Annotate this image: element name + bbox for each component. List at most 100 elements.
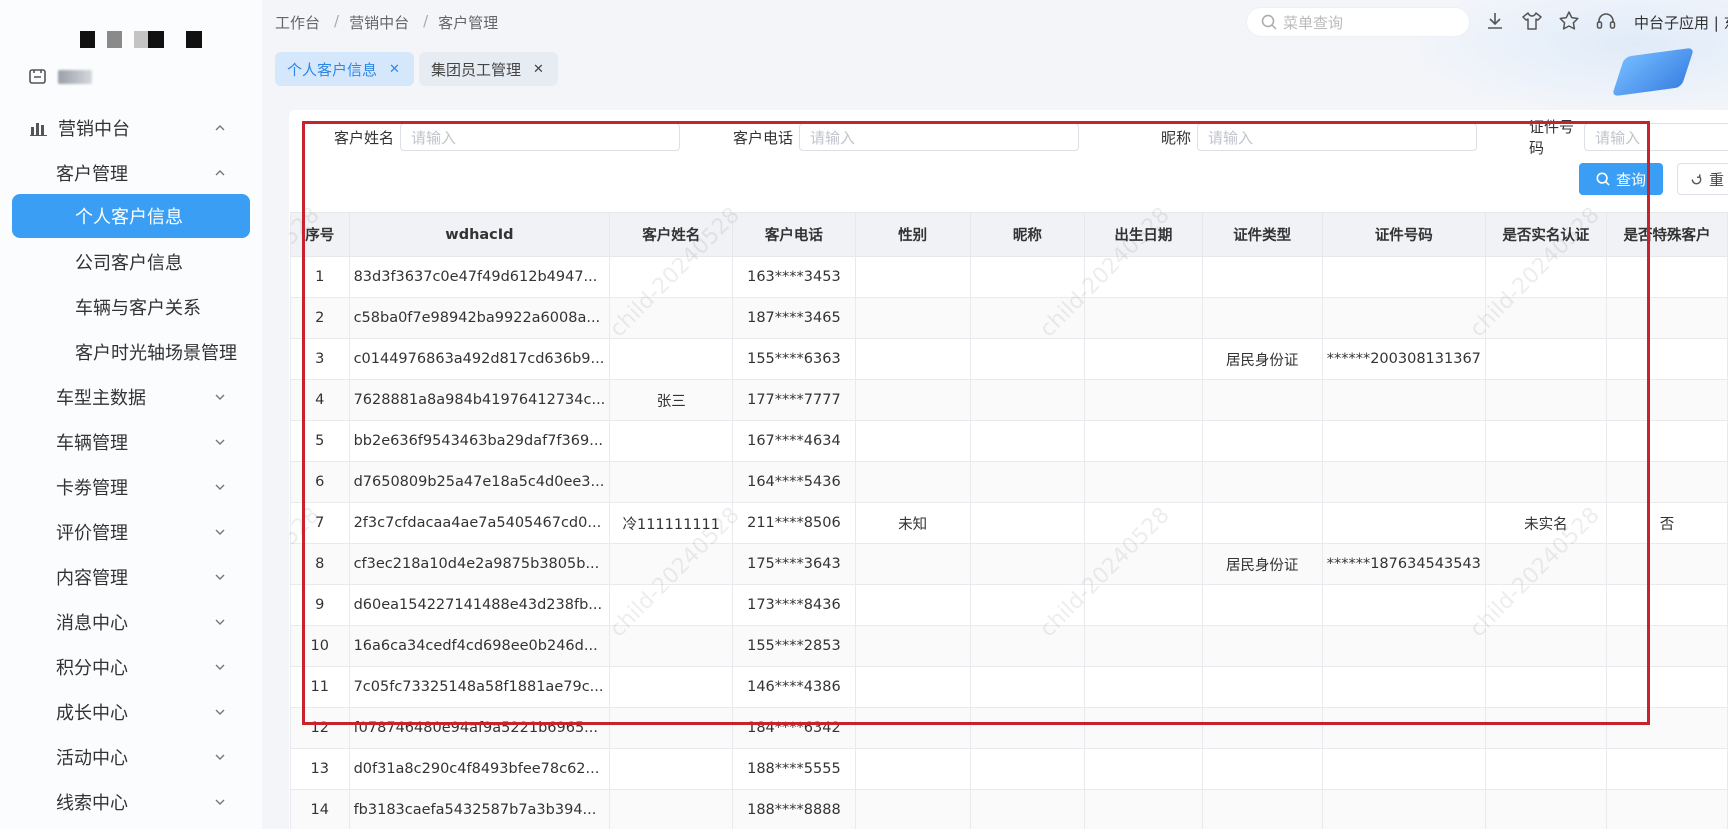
table-cell: ******187634543543: [1321, 543, 1486, 585]
reset-button[interactable]: 重: [1677, 163, 1728, 195]
star-icon[interactable]: [1558, 10, 1580, 32]
column-header[interactable]: 出生日期: [1084, 212, 1203, 257]
table-row[interactable]: 10 16a6ca34cedf4cd698ee0b246d... 155****28…: [290, 625, 1728, 667]
column-header[interactable]: 是否特殊客户: [1605, 212, 1728, 257]
sidebar-item-vehicle-customer[interactable]: 车辆与客户关系: [0, 284, 262, 329]
table-cell: [854, 666, 971, 708]
column-header[interactable]: 是否实名认证: [1484, 212, 1607, 257]
download-icon[interactable]: [1484, 10, 1506, 32]
breadcrumb-item[interactable]: 营销中台: [349, 12, 409, 33]
column-header[interactable]: 客户姓名: [609, 212, 734, 257]
table-cell: 4: [290, 379, 350, 421]
table-cell: [1084, 666, 1203, 708]
sidebar-item-message-center[interactable]: 消息中心: [0, 599, 262, 644]
table-row[interactable]: 13 d0f31a8c290c4f8493bfee78c62... 188****5…: [290, 748, 1728, 790]
column-header[interactable]: 证件类型: [1201, 212, 1323, 257]
nickname-input[interactable]: 请输入: [1197, 123, 1478, 151]
table-cell: 未知: [854, 502, 971, 544]
sidebar-item-timeline[interactable]: 客户时光轴场景管理: [0, 329, 262, 374]
sidebar-item-company-customer[interactable]: 公司客户信息: [0, 239, 262, 284]
column-header[interactable]: 证件号码: [1321, 212, 1486, 257]
breadcrumb-separator: /: [334, 12, 340, 30]
table-row[interactable]: 8 cf3ec218a10d4e2a9875b3805b... 175****364…: [290, 543, 1728, 585]
breadcrumb-item[interactable]: 工作台: [275, 12, 320, 33]
table-row[interactable]: 5 bb2e636f9543463ba29daf7f369... 167****46…: [290, 420, 1728, 462]
user-row[interactable]: [28, 68, 92, 86]
table-row[interactable]: 4 7628881a8a984b41976412734c... 张三 177****7…: [290, 379, 1728, 421]
table-row[interactable]: 2 c58ba0f7e98942ba9922a6008a... 187****346…: [290, 297, 1728, 339]
table-row[interactable]: 7 2f3c7cfdacaa4ae7a5405467cd0... 冷11111111…: [290, 502, 1728, 544]
table-cell: [1084, 338, 1203, 380]
sidebar-item-coupon-mgmt[interactable]: 卡劵管理: [0, 464, 262, 509]
table-cell: [609, 461, 734, 503]
table-cell: [1201, 625, 1323, 667]
table-row[interactable]: 14 fb3183caefa5432587b7a3b394... 188****88…: [290, 789, 1728, 829]
table-cell: [1321, 625, 1486, 667]
customer-phone-input[interactable]: 请输入: [799, 123, 1080, 151]
sidebar-item-label: 消息中心: [56, 612, 128, 634]
chevron-down-icon: [215, 664, 225, 670]
column-header[interactable]: 客户电话: [732, 212, 856, 257]
sidebar-item-vehicle-mgmt[interactable]: 车辆管理: [0, 419, 262, 464]
table-cell: [1321, 707, 1486, 749]
chevron-down-icon: [215, 799, 225, 805]
sidebar-item-review-mgmt[interactable]: 评价管理: [0, 509, 262, 554]
close-icon[interactable]: ✕: [533, 62, 544, 77]
table-row[interactable]: 1 83d3f3637c0e47f49d612b4947... 163****345…: [290, 256, 1728, 298]
sidebar-item-growth-center[interactable]: 成长中心: [0, 689, 262, 734]
column-header[interactable]: wdhacId: [348, 212, 611, 257]
table-cell: 167****4634: [732, 420, 856, 462]
sidebar-item-lead-center[interactable]: 线索中心: [0, 779, 262, 824]
table-cell: 未实名: [1484, 502, 1607, 544]
filter-customer-phone: 客户电话 请输入: [733, 123, 1080, 151]
headset-icon[interactable]: [1595, 10, 1617, 32]
sidebar-item-model-data[interactable]: 车型主数据: [0, 374, 262, 419]
tab-label: 个人客户信息: [287, 60, 378, 79]
logo: [80, 30, 214, 48]
table-cell: 7c05fc73325148a58f1881ae79c...: [348, 666, 611, 708]
id-number-input[interactable]: 请输入: [1584, 123, 1728, 151]
tab-group-employee[interactable]: 集团员工管理 ✕: [419, 52, 558, 86]
search-icon: [1261, 14, 1277, 30]
table-row[interactable]: 11 7c05fc73325148a58f1881ae79c... 146****4…: [290, 666, 1728, 708]
close-icon[interactable]: ✕: [389, 62, 400, 77]
column-header[interactable]: 序号: [290, 212, 350, 257]
table-cell: [609, 625, 734, 667]
customer-name-input[interactable]: 请输入: [400, 123, 681, 151]
table-row[interactable]: 9 d60ea154227141488e43d238fb... 173****843…: [290, 584, 1728, 626]
filter-label: 证件号码: [1529, 118, 1575, 157]
sidebar-item-content-mgmt[interactable]: 内容管理: [0, 554, 262, 599]
sidebar-item-customer-mgmt[interactable]: 客户管理: [0, 152, 262, 194]
table-row[interactable]: 3 c0144976863a492d817cd636b9... 155****636…: [290, 338, 1728, 380]
table-cell: [1084, 461, 1203, 503]
sidebar-item-marketing[interactable]: 营销中台: [0, 104, 262, 152]
table-cell: [1084, 297, 1203, 339]
table-cell: [1201, 502, 1323, 544]
chevron-down-icon: [215, 394, 225, 400]
table-body: 1 83d3f3637c0e47f49d612b4947... 163****345…: [290, 256, 1728, 829]
table-cell: 5: [290, 420, 350, 462]
sidebar-item-activity-center[interactable]: 活动中心: [0, 734, 262, 779]
table-cell: [1605, 297, 1728, 339]
app-switcher[interactable]: 中台子应用 | 东: [1634, 12, 1728, 33]
column-header[interactable]: 性别: [854, 212, 971, 257]
tab-personal-customer[interactable]: 个人客户信息 ✕: [275, 52, 414, 86]
blurred-username: [58, 70, 92, 84]
table-cell: [1484, 379, 1607, 421]
table-cell: [969, 502, 1086, 544]
column-header[interactable]: 昵称: [969, 212, 1086, 257]
table-row[interactable]: 12 f078746480e94af9a5221b6965... 184****63…: [290, 707, 1728, 749]
table-row[interactable]: 6 d7650809b25a47e18a5c4d0ee3... 164****543…: [290, 461, 1728, 503]
table-header-row: 序号 wdhacId 客户姓名 客户电话 性别 昵称 出生日期 证件类型 证件号…: [290, 212, 1728, 257]
menu-search-input[interactable]: 菜单查询: [1246, 7, 1470, 37]
table-cell: 16a6ca34cedf4cd698ee0b246d...: [348, 625, 611, 667]
chevron-down-icon: [215, 484, 225, 490]
query-button[interactable]: 查询: [1579, 163, 1663, 195]
shirt-icon[interactable]: [1521, 10, 1543, 32]
sidebar-item-personal-customer[interactable]: 个人客户信息: [12, 194, 250, 238]
sidebar-item-points-center[interactable]: 积分中心: [0, 644, 262, 689]
table-cell: [854, 584, 971, 626]
table-cell: [1084, 789, 1203, 829]
table-cell: 张三: [609, 379, 734, 421]
table-cell: [1321, 789, 1486, 829]
